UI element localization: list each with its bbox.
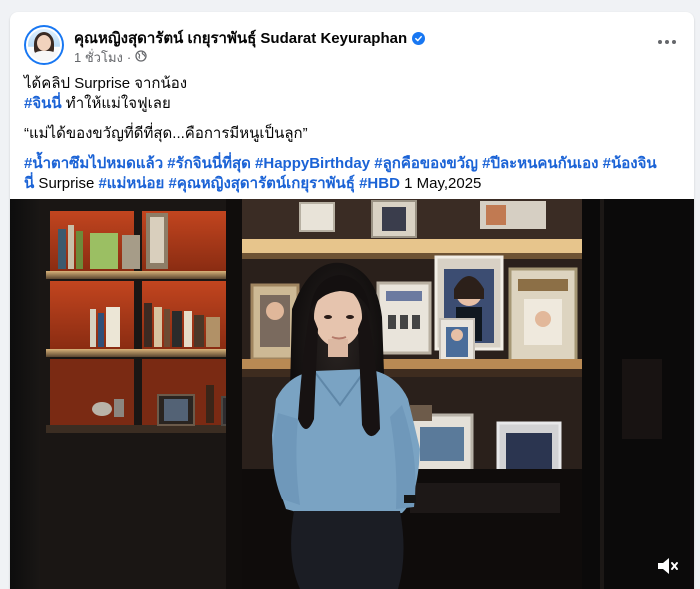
- post-line-1: ได้คลิป Surprise จากน้อง: [24, 75, 188, 92]
- hashtag-link[interactable]: #HappyBirthday: [255, 155, 370, 172]
- post-meta: 1 ชั่วโมง ·: [74, 47, 147, 68]
- post-quote: “แม่ได้ของขวัญที่ดีที่สุด...คือการมีหนูเ…: [24, 125, 308, 142]
- post-hashtags: #น้ำตาซึมไปหมดแล้ว #รักจินนี่ที่สุด #Hap…: [24, 154, 684, 194]
- hashtag-link[interactable]: #น้ำตาซึมไปหมดแล้ว: [24, 155, 163, 172]
- post-line-2: #จินนี่ ทำให้แม่ใจฟูเลย: [24, 94, 684, 114]
- avatar-image: [26, 27, 62, 63]
- meta-separator: ·: [126, 50, 132, 65]
- post-body: ได้คลิป Surprise จากน้อง #จินนี่ ทำให้แม…: [24, 74, 684, 194]
- post-time[interactable]: 1 ชั่วโมง: [74, 47, 123, 68]
- video-player[interactable]: [10, 199, 694, 589]
- hashtag-link-continued[interactable]: นี่: [24, 175, 34, 192]
- hashtag-link[interactable]: #ปีละหนคนกันเอง: [482, 155, 598, 172]
- hashtag-link[interactable]: #รักจินนี่ที่สุด: [167, 155, 251, 172]
- more-options-icon[interactable]: [654, 29, 680, 55]
- hashtag-link[interactable]: #คุณหญิงสุดารัตน์เกยุราพันธุ์: [168, 175, 354, 192]
- author-avatar[interactable]: [24, 25, 64, 65]
- post-card: คุณหญิงสุดารัตน์ เกยุราพันธุ์ Sudarat Ke…: [10, 12, 694, 589]
- hashtag-link[interactable]: #จินนี่: [24, 95, 62, 112]
- hashtag-link[interactable]: #น้องจิน: [603, 155, 657, 172]
- post-line-2-text: ทำให้แม่ใจฟูเลย: [61, 95, 171, 112]
- hashtag-link[interactable]: #ลูกคือของขวัญ: [374, 155, 478, 172]
- post-date-text: 1 May,2025: [399, 175, 482, 192]
- post-header: คุณหญิงสุดารัตน์ เกยุราพันธุ์ Sudarat Ke…: [24, 25, 680, 67]
- hashtag-link[interactable]: #HBD: [359, 175, 400, 192]
- verified-badge-icon: [412, 31, 426, 45]
- post-text-fragment: Surprise: [34, 175, 99, 192]
- video-frame: [10, 199, 694, 589]
- speaker-muted-icon[interactable]: [654, 553, 680, 579]
- hashtag-link[interactable]: #แม่หน่อย: [98, 175, 164, 192]
- globe-icon[interactable]: [135, 50, 147, 65]
